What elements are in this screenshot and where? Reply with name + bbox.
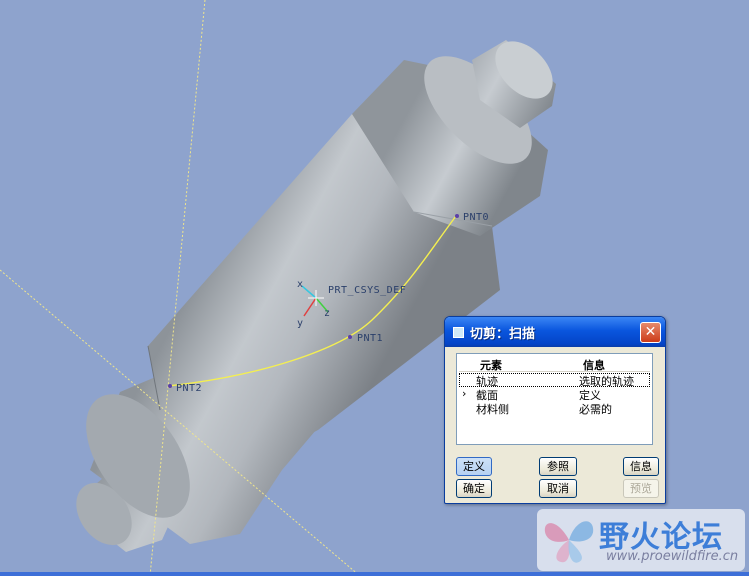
csys-axis-x: x [297, 279, 304, 290]
csys-label: PRT_CSYS_DEF [328, 285, 406, 296]
csys-axis-y: y [297, 318, 304, 329]
pnt2-label: PNT2 [176, 383, 202, 394]
csys-axis-z: z [324, 308, 331, 319]
dialog-title: 切剪：扫描 [470, 326, 536, 342]
elements-table[interactable]: 元素 信息 轨迹 选取的轨迹 › 截面 定义 材料侧 必需的 [456, 353, 653, 445]
table-row-material-side[interactable]: 材料侧 必需的 [459, 401, 650, 416]
define-button[interactable]: 定义 [456, 457, 492, 476]
column-header-element: 元素 [480, 359, 502, 372]
window-icon [453, 326, 464, 338]
table-header: 元素 信息 [459, 356, 650, 372]
pnt1-label: PNT1 [357, 333, 383, 344]
references-button[interactable]: 参照 [539, 457, 577, 476]
row-element: 材料侧 [476, 403, 509, 416]
table-row-trajectory[interactable]: 轨迹 选取的轨迹 [459, 373, 650, 388]
close-button[interactable]: ✕ [640, 322, 661, 343]
cancel-button[interactable]: 取消 [539, 479, 577, 498]
row-marker: › [462, 387, 467, 400]
dialog-title-bar[interactable]: 切剪：扫描 ✕ [445, 317, 665, 347]
info-button[interactable]: 信息 [623, 457, 659, 476]
butterfly-logo-icon [544, 521, 594, 563]
table-row-section[interactable]: › 截面 定义 [459, 387, 650, 402]
pnt0-label: PNT0 [463, 212, 489, 223]
preview-button[interactable]: 预览 [623, 479, 659, 498]
ok-button[interactable]: 确定 [456, 479, 492, 498]
forum-watermark: 野火论坛 www.proewildfire.cn [537, 509, 745, 571]
row-info: 必需的 [579, 403, 612, 416]
column-header-info: 信息 [583, 359, 605, 372]
watermark-url: www.proewildfire.cn [606, 549, 739, 564]
bottom-status-strip [0, 572, 749, 576]
sweep-cut-dialog[interactable]: 切剪：扫描 ✕ 元素 信息 轨迹 选取的轨迹 › 截面 定义 材料侧 必需的 定… [444, 316, 666, 504]
